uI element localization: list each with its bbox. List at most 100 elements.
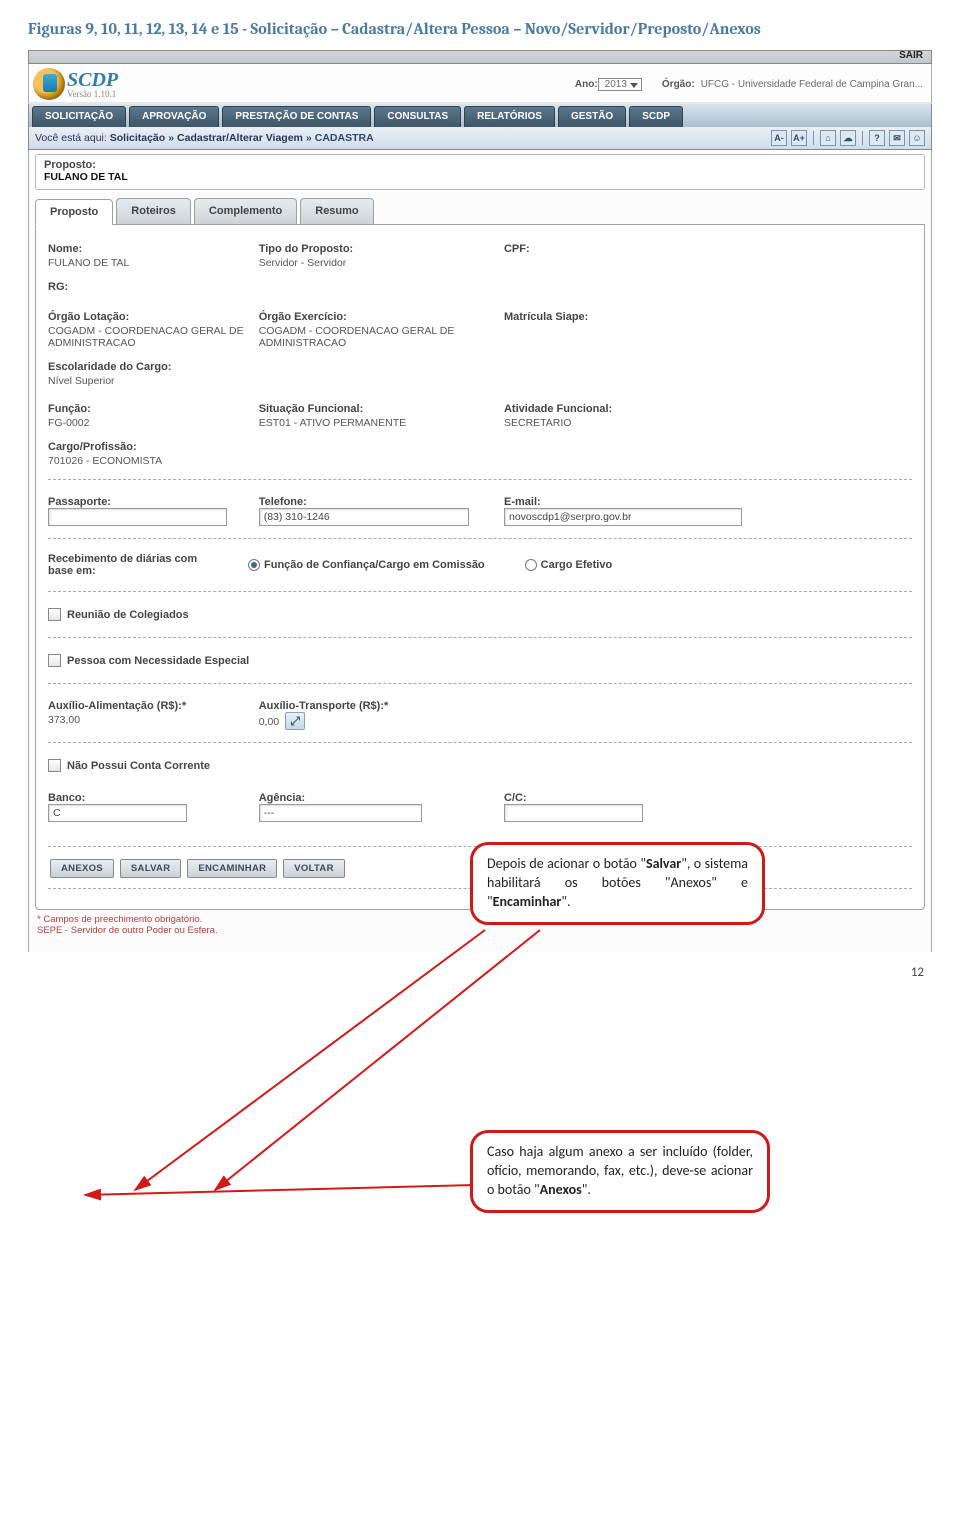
atividade-label: Atividade Funcional: xyxy=(504,403,703,415)
nav-consultas[interactable]: CONSULTAS xyxy=(374,106,461,127)
nav-scdp[interactable]: SCDP xyxy=(629,106,683,127)
aux-alimentacao-label: Auxílio-Alimentação (R$):* xyxy=(48,700,247,712)
situacao-label: Situação Funcional: xyxy=(259,403,492,415)
salvar-button[interactable]: SALVAR xyxy=(120,859,181,878)
font-decrease-icon[interactable]: A- xyxy=(771,130,787,146)
banco-input[interactable] xyxy=(48,804,187,822)
tipo-label: Tipo do Proposto: xyxy=(259,243,492,255)
cargo-label: Cargo/Profissão: xyxy=(48,441,247,453)
nav-aprovacao[interactable]: APROVAÇÃO xyxy=(129,106,219,127)
proposto-name: FULANO DE TAL xyxy=(36,171,924,189)
main-nav: SOLICITAÇÃO APROVAÇÃO PRESTAÇÃO DE CONTA… xyxy=(28,104,932,127)
chevron-icon: » xyxy=(165,132,177,144)
tab-roteiros[interactable]: Roteiros xyxy=(116,198,191,224)
nome-value: FULANO DE TAL xyxy=(48,255,247,269)
passaporte-input[interactable] xyxy=(48,508,227,526)
breadcrumb-pre: Você está aqui: xyxy=(35,132,107,144)
checkbox-icon xyxy=(48,759,61,772)
aux-transporte-value: 0,00 xyxy=(259,714,279,728)
feedback-icon[interactable]: ☺ xyxy=(909,130,925,146)
checkbox-icon xyxy=(48,608,61,621)
app-header: SCDP Versão 1.10.1 Ano: 2013 Órgão: UFCG… xyxy=(28,64,932,104)
orgao-value: UFCG - Universidade Federal de Campina G… xyxy=(701,79,923,90)
chevron-icon: » xyxy=(303,132,315,144)
matricula-value xyxy=(504,323,703,325)
ano-select[interactable]: 2013 xyxy=(598,78,642,91)
chk-reuniao-colegiados[interactable]: Reunião de Colegiados xyxy=(48,598,912,631)
nav-relatorios[interactable]: RELATÓRIOS xyxy=(464,106,555,127)
home-icon[interactable]: ⌂ xyxy=(820,130,836,146)
orgao-lotacao-value: COGADM - COORDENACAO GERAL DE ADMINISTRA… xyxy=(48,323,247,349)
chk-necessidade-especial[interactable]: Pessoa com Necessidade Especial xyxy=(48,644,912,677)
callout-anexos: Caso haja algum anexo a ser incluído (fo… xyxy=(470,1130,770,1213)
matricula-label: Matrícula Siape: xyxy=(504,311,703,323)
aux-transporte-label: Auxílio-Transporte (R$):* xyxy=(259,700,492,712)
help-icon[interactable]: ? xyxy=(869,130,885,146)
escolaridade-value: Nível Superior xyxy=(48,373,247,387)
tab-complemento[interactable]: Complemento xyxy=(194,198,297,224)
radio-icon xyxy=(248,559,260,571)
radio-funcao-confianca[interactable]: Função de Confiança/Cargo em Comissão xyxy=(248,559,485,571)
telefone-label: Telefone: xyxy=(259,496,492,508)
radio-cargo-efetivo[interactable]: Cargo Efetivo xyxy=(525,559,613,571)
email-label: E-mail: xyxy=(504,496,901,508)
telefone-input[interactable] xyxy=(259,508,469,526)
agencia-input[interactable] xyxy=(259,804,422,822)
voltar-button[interactable]: VOLTAR xyxy=(283,859,344,878)
orgao-exercicio-label: Órgão Exercício: xyxy=(259,311,492,323)
ano-label: Ano: xyxy=(575,79,598,90)
tab-resumo[interactable]: Resumo xyxy=(300,198,373,224)
chk-nao-possui-conta[interactable]: Não Possui Conta Corrente xyxy=(48,749,912,782)
rg-value xyxy=(48,293,247,295)
agencia-label: Agência: xyxy=(259,792,492,804)
screenshot-container: SAIR SCDP Versão 1.10.1 Ano: 2013 Órgão:… xyxy=(28,50,932,952)
nav-prestacao[interactable]: PRESTAÇÃO DE CONTAS xyxy=(222,106,371,127)
escolaridade-label: Escolaridade do Cargo: xyxy=(48,361,247,373)
cpf-label: CPF: xyxy=(504,243,703,255)
situacao-value: EST01 - ATIVO PERMANENTE xyxy=(259,415,492,429)
breadcrumb-1[interactable]: Solicitação xyxy=(110,132,165,144)
diaria-label: Recebimento de diárias com base em: xyxy=(48,553,208,577)
toolbar-icons: A- A+ ⌂ ☁ ? ✉ ☺ xyxy=(771,130,925,146)
app-logo-text: SCDP Versão 1.10.1 xyxy=(67,70,118,99)
app-logo-icon xyxy=(33,68,65,100)
email-input[interactable] xyxy=(504,508,742,526)
font-increase-icon[interactable]: A+ xyxy=(791,130,807,146)
orgao-lotacao-label: Órgão Lotação: xyxy=(48,311,247,323)
aux-alimentacao-value: 373,00 xyxy=(48,712,247,726)
nome-label: Nome: xyxy=(48,243,247,255)
form-panel: Nome:FULANO DE TAL Tipo do Proposto:Serv… xyxy=(35,225,925,910)
expand-icon[interactable]: ⤢ xyxy=(285,712,305,730)
breadcrumb: Você está aqui: Solicitação » Cadastrar/… xyxy=(28,127,932,150)
passaporte-label: Passaporte: xyxy=(48,496,247,508)
banco-label: Banco: xyxy=(48,792,247,804)
atividade-value: SECRETARIO xyxy=(504,415,703,429)
breadcrumb-current: CADASTRA xyxy=(315,132,374,144)
logout-link[interactable]: SAIR xyxy=(899,50,923,61)
nav-gestao[interactable]: GESTÃO xyxy=(558,106,626,127)
orgao-label: Órgão: xyxy=(662,79,695,90)
cargo-value: 701026 - ECONOMISTA xyxy=(48,453,247,467)
nav-solicitacao[interactable]: SOLICITAÇÃO xyxy=(32,106,126,127)
mail-icon[interactable]: ✉ xyxy=(889,130,905,146)
funcao-value: FG-0002 xyxy=(48,415,247,429)
rg-label: RG: xyxy=(48,281,247,293)
tab-proposto[interactable]: Proposto xyxy=(35,199,113,225)
chat-icon[interactable]: ☁ xyxy=(840,130,856,146)
form-tabs: Proposto Roteiros Complemento Resumo xyxy=(35,198,925,225)
legend-sepe: SEPE - Servidor de outro Poder ou Esfera… xyxy=(35,925,925,942)
version-label: Versão 1.10.1 xyxy=(67,90,118,99)
cpf-value xyxy=(504,255,703,257)
encaminhar-button[interactable]: ENCAMINHAR xyxy=(187,859,277,878)
callout-salvar: Depois de acionar o botão "Salvar", o si… xyxy=(470,842,765,925)
breadcrumb-2[interactable]: Cadastrar/Alterar Viagem xyxy=(177,132,303,144)
cc-label: C/C: xyxy=(504,792,703,804)
window-titlebar: SAIR xyxy=(28,50,932,64)
content-area: Proposto: FULANO DE TAL Proposto Roteiro… xyxy=(28,150,932,952)
funcao-label: Função: xyxy=(48,403,247,415)
cc-input[interactable] xyxy=(504,804,643,822)
proposto-label: Proposto: xyxy=(36,155,924,171)
checkbox-icon xyxy=(48,654,61,667)
orgao-exercicio-value: COGADM - COORDENACAO GERAL DE ADMINISTRA… xyxy=(259,323,492,349)
anexos-button[interactable]: ANEXOS xyxy=(50,859,114,878)
